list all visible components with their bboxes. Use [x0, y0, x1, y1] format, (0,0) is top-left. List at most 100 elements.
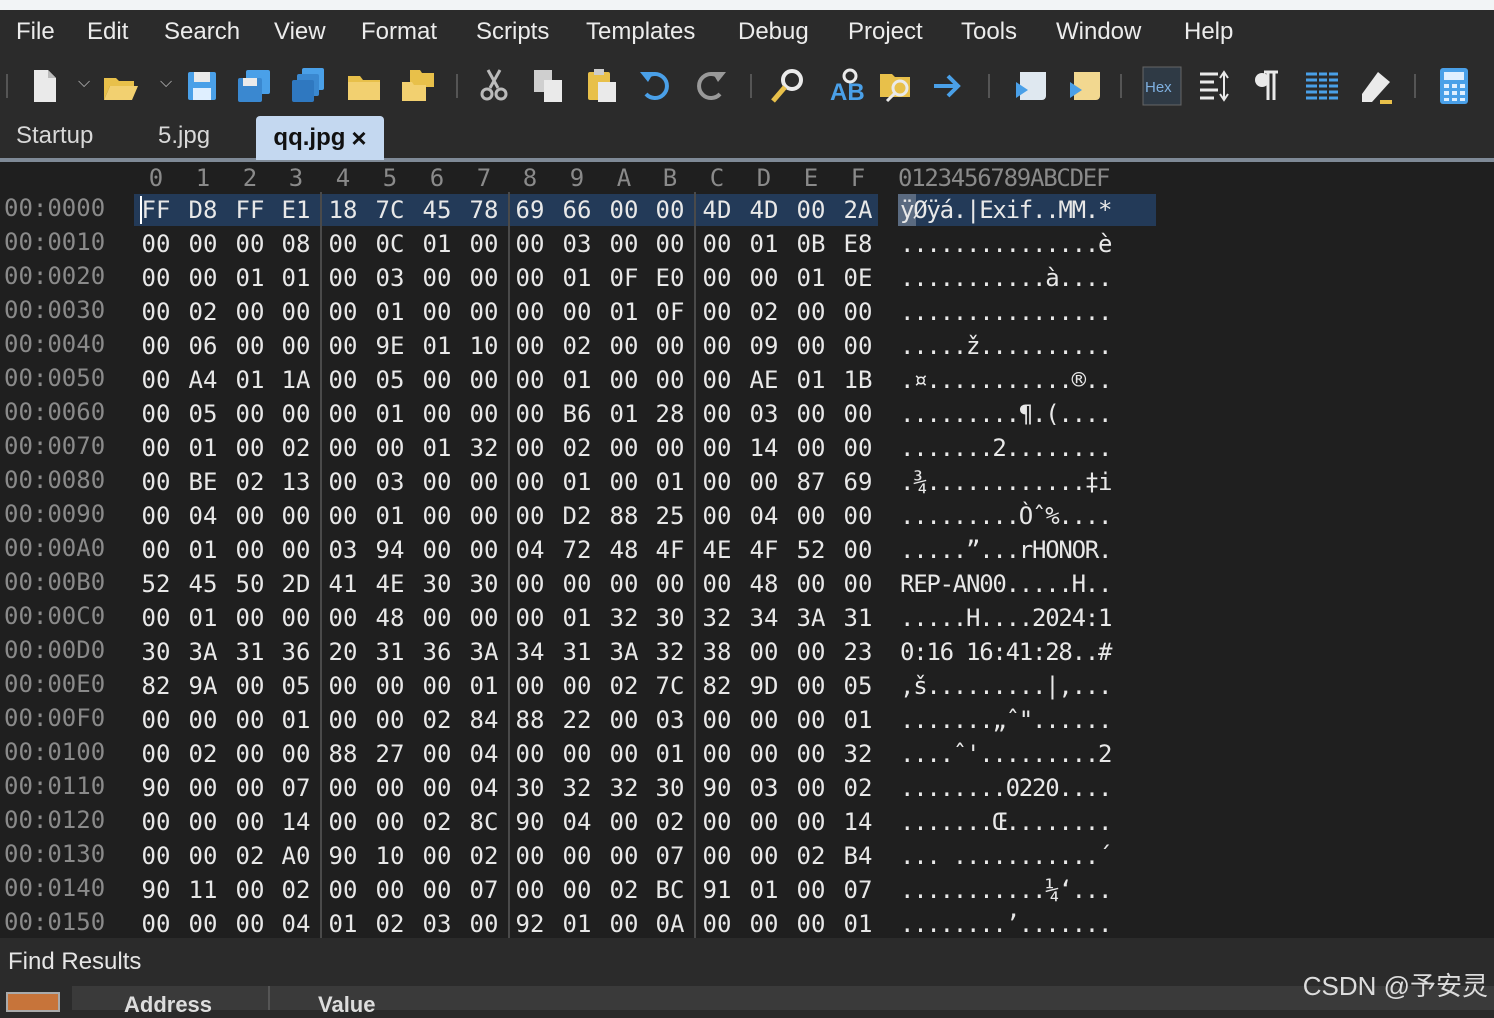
hex-byte[interactable]: 01 [367, 400, 413, 428]
folder-icon[interactable] [342, 64, 386, 108]
hex-byte[interactable]: 00 [227, 400, 273, 428]
ascii-row[interactable]: .......Œ........ [900, 808, 1112, 836]
hex-byte[interactable]: 00 [788, 638, 834, 666]
hex-byte[interactable]: 00 [554, 842, 600, 870]
hex-byte[interactable]: 84 [461, 706, 507, 734]
hex-byte[interactable]: 04 [741, 502, 787, 530]
hex-byte[interactable]: 66 [554, 196, 600, 224]
hex-byte[interactable]: 00 [788, 774, 834, 802]
hex-byte[interactable]: D8 [180, 196, 226, 224]
hex-byte[interactable]: 00 [273, 740, 319, 768]
hex-byte[interactable]: 00 [835, 298, 881, 326]
hex-byte[interactable]: 05 [835, 672, 881, 700]
hex-byte[interactable]: 23 [835, 638, 881, 666]
hex-byte[interactable]: 00 [507, 604, 553, 632]
hex-byte[interactable]: 00 [133, 706, 179, 734]
hex-byte[interactable]: 00 [647, 570, 693, 598]
hex-byte[interactable]: 00 [601, 740, 647, 768]
hex-byte[interactable]: 3A [461, 638, 507, 666]
hex-byte[interactable]: 00 [367, 774, 413, 802]
find-results-icon[interactable] [6, 992, 60, 1012]
hex-byte[interactable]: 69 [507, 196, 553, 224]
hex-byte[interactable]: 00 [461, 366, 507, 394]
menu-file[interactable]: File [16, 18, 55, 46]
hex-byte[interactable]: 9E [367, 332, 413, 360]
hex-byte[interactable]: 00 [507, 366, 553, 394]
hex-byte[interactable]: 00 [741, 740, 787, 768]
hex-byte[interactable]: 00 [414, 774, 460, 802]
hex-byte[interactable]: 28 [647, 400, 693, 428]
ascii-row[interactable]: ...........à.... [900, 264, 1112, 292]
hex-byte[interactable]: 01 [554, 366, 600, 394]
ascii-row[interactable]: .....ž.......... [900, 332, 1112, 360]
hex-byte[interactable]: 00 [461, 536, 507, 564]
hex-byte[interactable]: 88 [601, 502, 647, 530]
hex-byte[interactable]: 4E [694, 536, 740, 564]
hex-byte[interactable]: 00 [133, 842, 179, 870]
menu-scripts[interactable]: Scripts [476, 18, 549, 46]
hex-byte[interactable]: 00 [647, 230, 693, 258]
hex-byte[interactable]: 08 [273, 230, 319, 258]
hex-byte[interactable]: 00 [647, 332, 693, 360]
hex-byte[interactable]: 02 [227, 842, 273, 870]
hex-byte[interactable]: 32 [461, 434, 507, 462]
hex-byte[interactable]: 00 [414, 298, 460, 326]
hex-byte[interactable]: 00 [741, 468, 787, 496]
hex-byte[interactable]: 01 [180, 604, 226, 632]
hex-byte[interactable]: 00 [414, 876, 460, 904]
hex-byte[interactable]: 00 [788, 196, 834, 224]
hex-byte[interactable]: 00 [133, 740, 179, 768]
hex-byte[interactable]: 00 [227, 876, 273, 904]
hex-byte[interactable]: 00 [414, 264, 460, 292]
column-value[interactable]: Value [318, 992, 375, 1018]
hex-byte[interactable]: 3A [788, 604, 834, 632]
hex-byte[interactable]: 00 [133, 264, 179, 292]
hex-byte[interactable]: 7C [367, 196, 413, 224]
hex-byte[interactable]: 02 [835, 774, 881, 802]
hex-byte[interactable]: 00 [788, 876, 834, 904]
ascii-row[interactable]: ... ...........´ [900, 842, 1112, 870]
hex-byte[interactable]: 32 [554, 774, 600, 802]
hex-byte[interactable]: 00 [133, 808, 179, 836]
hex-byte[interactable]: 00 [227, 706, 273, 734]
menu-help[interactable]: Help [1184, 18, 1233, 46]
copy-icon[interactable] [526, 64, 570, 108]
hex-byte[interactable]: 00 [180, 706, 226, 734]
hex-byte[interactable]: 00 [554, 740, 600, 768]
open-workspace-icon[interactable] [396, 64, 440, 108]
hex-byte[interactable]: 00 [133, 434, 179, 462]
menu-format[interactable]: Format [361, 18, 437, 46]
hex-byte[interactable]: 00 [694, 264, 740, 292]
hex-byte[interactable]: 00 [133, 910, 179, 938]
hex-byte[interactable]: 07 [835, 876, 881, 904]
hex-byte[interactable]: 00 [835, 400, 881, 428]
hex-byte[interactable]: 00 [367, 808, 413, 836]
hex-byte[interactable]: 00 [507, 332, 553, 360]
hex-byte[interactable]: 02 [788, 842, 834, 870]
hex-byte[interactable]: 90 [507, 808, 553, 836]
hex-byte[interactable]: 05 [273, 672, 319, 700]
hex-byte[interactable]: 14 [741, 434, 787, 462]
hex-byte[interactable]: 01 [788, 366, 834, 394]
hex-byte[interactable]: 09 [741, 332, 787, 360]
hex-byte[interactable]: 01 [647, 740, 693, 768]
hex-byte[interactable]: 90 [320, 842, 366, 870]
hex-byte[interactable]: 0E [835, 264, 881, 292]
hex-byte[interactable]: 32 [647, 638, 693, 666]
ascii-row[interactable]: .....”...rHONOR. [900, 536, 1112, 564]
hex-byte[interactable]: 00 [180, 910, 226, 938]
hex-byte[interactable]: 00 [788, 332, 834, 360]
hex-byte[interactable]: 7C [647, 672, 693, 700]
menu-window[interactable]: Window [1056, 18, 1141, 46]
ascii-row[interactable]: ...........¼‘... [900, 876, 1112, 904]
tab-startup[interactable]: Startup [16, 122, 93, 150]
ascii-row[interactable]: .¾............‡i [900, 468, 1112, 496]
hex-byte[interactable]: 01 [320, 910, 366, 938]
menu-view[interactable]: View [274, 18, 326, 46]
hex-byte[interactable]: 00 [367, 672, 413, 700]
hex-byte[interactable]: 00 [788, 740, 834, 768]
find-icon[interactable] [766, 64, 810, 108]
hex-byte[interactable]: 00 [694, 434, 740, 462]
dropdown-arrow-open-icon[interactable]: ⌵ [160, 74, 172, 92]
hex-byte[interactable]: 02 [273, 876, 319, 904]
